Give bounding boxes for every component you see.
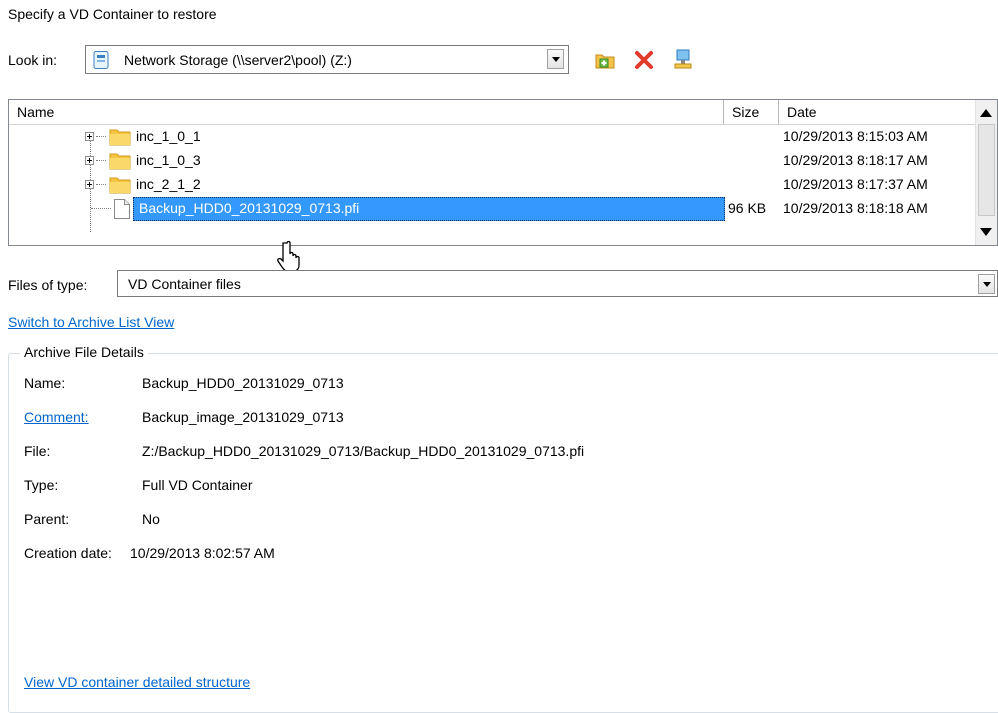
detail-comment-link[interactable]: Comment: [24, 409, 89, 425]
file-icon [114, 199, 130, 219]
folder-icon [109, 153, 131, 170]
detail-type-value: Full VD Container [142, 477, 253, 493]
detail-parent-label: Parent: [24, 511, 70, 527]
list-item[interactable]: Backup_HDD0_20131029_0713.pfi 96 KB 10/2… [9, 197, 977, 221]
column-header-size[interactable]: Size [724, 100, 779, 125]
detail-name-value: Backup_HDD0_20131029_0713 [142, 375, 344, 391]
list-item[interactable]: inc_1_0_1 10/29/2013 8:15:03 AM [9, 125, 977, 149]
expand-icon[interactable] [85, 156, 94, 165]
archive-details-group [8, 353, 998, 713]
view-structure-link[interactable]: View VD container detailed structure [24, 674, 250, 690]
column-header-date[interactable]: Date [779, 100, 977, 125]
files-of-type-dropdown-button[interactable] [978, 274, 995, 294]
detail-file-value: Z:/Backup_HDD0_20131029_0713/Backup_HDD0… [142, 443, 585, 459]
detail-name-label: Name: [24, 375, 66, 391]
tree-line [96, 160, 106, 161]
detail-comment-value: Backup_image_20131029_0713 [142, 409, 344, 425]
list-item[interactable]: inc_2_1_2 10/29/2013 8:17:37 AM [9, 173, 977, 197]
file-date: 10/29/2013 8:18:17 AM [783, 152, 928, 168]
files-of-type-combo[interactable]: VD Container files [117, 270, 998, 297]
look-in-combo[interactable]: Network Storage (\\server2\pool) (Z:) [85, 45, 569, 74]
file-date: 10/29/2013 8:15:03 AM [783, 128, 928, 144]
files-of-type-label: Files of type: [8, 277, 88, 293]
scroll-thumb[interactable] [978, 124, 995, 216]
file-name: inc_1_0_1 [136, 128, 201, 144]
file-date: 10/29/2013 8:17:37 AM [783, 176, 928, 192]
delete-icon[interactable] [633, 49, 655, 71]
switch-view-link[interactable]: Switch to Archive List View [8, 314, 174, 330]
look-in-label: Look in: [8, 52, 58, 68]
tree-line [96, 136, 106, 137]
vertical-scrollbar[interactable] [975, 100, 997, 245]
dialog-title: Specify a VD Container to restore [8, 6, 217, 22]
detail-file-label: File: [24, 443, 51, 459]
file-list[interactable]: Name Size Date inc_1_0_1 10/29/2013 8:15… [8, 99, 998, 246]
tree-line [96, 184, 106, 185]
folder-icon [109, 129, 131, 146]
detail-creation-date-value: 10/29/2013 8:02:57 AM [130, 545, 275, 561]
file-size: 96 KB [728, 200, 767, 216]
file-date: 10/29/2013 8:18:18 AM [783, 200, 928, 216]
expand-icon[interactable] [85, 180, 94, 189]
hand-cursor-icon [277, 240, 300, 273]
file-name: Backup_HDD0_20131029_0713.pfi [139, 200, 360, 216]
detail-creation-date-label: Creation date: [24, 545, 112, 561]
scroll-down-icon[interactable] [980, 228, 992, 236]
look-in-dropdown-button[interactable] [547, 49, 564, 69]
list-item[interactable]: inc_1_0_3 10/29/2013 8:18:17 AM [9, 149, 977, 173]
tree-line [91, 208, 111, 209]
detail-type-label: Type: [24, 477, 59, 493]
detail-parent-value: No [142, 511, 160, 527]
scroll-up-icon[interactable] [980, 109, 992, 117]
look-in-value: Network Storage (\\server2\pool) (Z:) [124, 52, 352, 68]
folder-icon [109, 177, 131, 194]
expand-icon[interactable] [85, 132, 94, 141]
archive-details-legend: Archive File Details [20, 344, 148, 360]
file-name: inc_2_1_2 [136, 176, 201, 192]
file-name: inc_1_0_3 [136, 152, 201, 168]
network-drive-icon [93, 51, 109, 69]
column-header-name[interactable]: Name [9, 100, 724, 125]
network-icon[interactable] [672, 49, 694, 71]
files-of-type-value: VD Container files [128, 276, 241, 292]
new-folder-icon[interactable] [594, 49, 616, 71]
